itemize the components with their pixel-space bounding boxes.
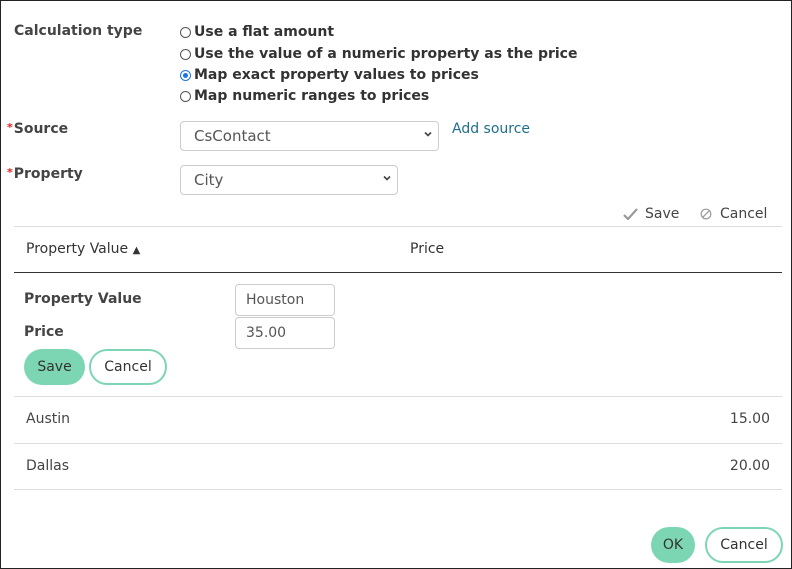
cancel-button[interactable]: Cancel bbox=[705, 527, 783, 563]
radio-icon[interactable] bbox=[180, 48, 191, 60]
sort-ascending-icon: ▲ bbox=[132, 245, 141, 256]
property-label: *Property bbox=[7, 166, 83, 182]
ok-button[interactable]: OK bbox=[651, 527, 695, 563]
row-price: 20.00 bbox=[729, 458, 770, 474]
table-save-button[interactable]: Save bbox=[623, 206, 679, 222]
row-cancel-button[interactable]: Cancel bbox=[89, 349, 167, 385]
chevron-down-icon bbox=[383, 175, 391, 181]
radio-numeric-property[interactable]: Use the value of a numeric property as t… bbox=[180, 44, 577, 64]
header-label: Property Value bbox=[26, 241, 129, 257]
radio-label: Map numeric ranges to prices bbox=[194, 88, 430, 104]
row-save-button[interactable]: Save bbox=[24, 349, 85, 385]
property-value-input[interactable]: Houston bbox=[235, 284, 335, 316]
radio-icon[interactable] bbox=[180, 90, 191, 102]
row-divider bbox=[14, 489, 782, 490]
radio-icon[interactable] bbox=[180, 26, 191, 38]
radio-label: Use a flat amount bbox=[194, 24, 335, 40]
divider bbox=[14, 226, 782, 227]
cancel-label: Cancel bbox=[720, 206, 768, 222]
edit-price-label: Price bbox=[24, 324, 64, 340]
column-header-property-value[interactable]: Property Value ▲ bbox=[26, 241, 140, 257]
source-label: *Source bbox=[7, 121, 68, 137]
radio-flat-amount[interactable]: Use a flat amount bbox=[180, 22, 334, 42]
radio-label: Map exact property values to prices bbox=[194, 67, 479, 83]
checkmark-icon bbox=[623, 208, 638, 220]
edit-property-value-label: Property Value bbox=[24, 291, 142, 307]
chevron-down-icon bbox=[424, 131, 432, 137]
required-mark: * bbox=[7, 166, 13, 179]
radio-label: Use the value of a numeric property as t… bbox=[194, 46, 578, 62]
divider bbox=[14, 396, 782, 397]
radio-map-numeric-ranges[interactable]: Map numeric ranges to prices bbox=[180, 86, 429, 106]
source-value: CsContact bbox=[194, 127, 271, 145]
add-source-link[interactable]: Add source bbox=[452, 121, 530, 137]
row-divider bbox=[14, 443, 782, 444]
required-mark: * bbox=[7, 121, 13, 134]
column-header-price[interactable]: Price bbox=[410, 241, 444, 257]
property-select[interactable]: City bbox=[180, 165, 398, 195]
source-label-text: Source bbox=[13, 121, 69, 137]
header-divider bbox=[14, 272, 782, 273]
price-input[interactable]: 35.00 bbox=[235, 317, 335, 349]
row-property-value: Austin bbox=[26, 411, 70, 427]
row-price: 15.00 bbox=[729, 411, 770, 427]
property-label-text: Property bbox=[13, 166, 83, 182]
save-label: Save bbox=[645, 206, 680, 222]
calculation-type-label: Calculation type bbox=[14, 23, 143, 39]
radio-selected-icon[interactable] bbox=[180, 69, 191, 81]
cancel-circle-icon bbox=[700, 208, 712, 220]
source-select[interactable]: CsContact bbox=[180, 121, 439, 151]
property-value: City bbox=[194, 171, 224, 189]
row-property-value: Dallas bbox=[26, 458, 70, 474]
radio-map-exact-values[interactable]: Map exact property values to prices bbox=[180, 65, 479, 85]
table-cancel-button[interactable]: Cancel bbox=[700, 206, 767, 222]
